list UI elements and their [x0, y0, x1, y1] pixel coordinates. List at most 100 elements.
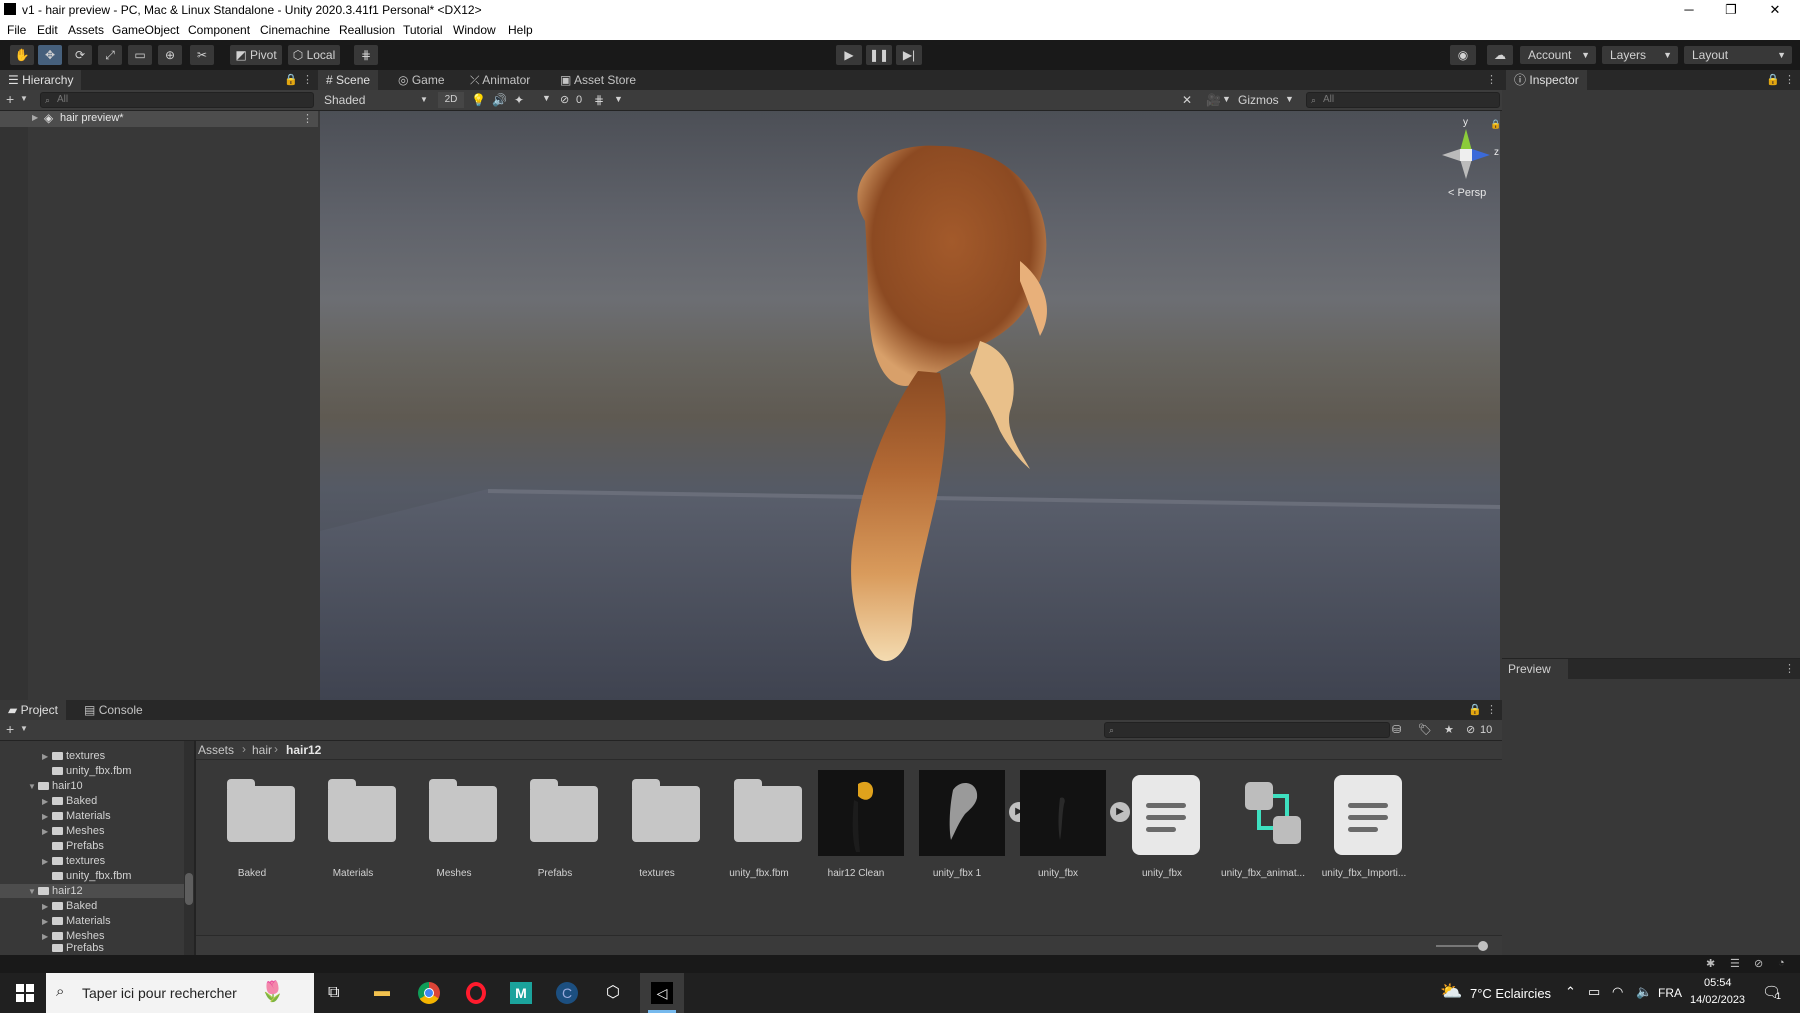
tree-item[interactable]: ▶ Materials — [0, 914, 111, 928]
language-indicator[interactable]: FRA — [1658, 986, 1682, 1000]
kebab-menu-icon[interactable]: ⋮ — [1784, 662, 1795, 675]
tree-item[interactable]: ▶ Materials — [0, 809, 111, 823]
icon-size-slider-thumb[interactable] — [1478, 941, 1488, 951]
tree-item[interactable]: ▶ textures — [0, 854, 105, 868]
pause-button[interactable]: ❚❚ — [866, 45, 892, 65]
grid-toggle-icon[interactable]: ⋕ — [594, 93, 604, 107]
chrome-icon[interactable] — [418, 982, 440, 1004]
expand-arrow-icon[interactable]: ▶ — [42, 750, 52, 764]
menu-gameobject[interactable]: GameObject — [112, 23, 179, 37]
tree-item-selected[interactable]: ▼ hair12 — [0, 884, 184, 898]
orientation-gizmo[interactable]: y z 🔒 < Persp — [1420, 117, 1500, 209]
bug-icon[interactable]: ✱ — [1706, 957, 1715, 970]
weather-icon[interactable]: ⛅ — [1440, 981, 1462, 1002]
kebab-menu-icon[interactable]: ⋮ — [1486, 703, 1497, 716]
lock-icon[interactable]: 🔒 — [284, 73, 298, 86]
tab-project[interactable]: ▰ Project — [0, 700, 66, 720]
lighting-icon[interactable]: 💡 — [471, 93, 486, 107]
task-view-icon[interactable]: ⧉ — [328, 984, 339, 1002]
hierarchy-search-input[interactable]: ⌕ All — [40, 92, 314, 108]
toggle-2d-button[interactable]: 2D — [438, 92, 464, 108]
unity-editor-taskbar-button[interactable]: ◁ — [640, 973, 684, 1013]
progress-icon[interactable]: ◔ — [1778, 957, 1785, 969]
breadcrumb-hair[interactable]: hair — [252, 743, 272, 757]
chevron-down-icon[interactable]: ▼ — [20, 94, 28, 103]
tree-scroll-thumb[interactable] — [185, 873, 193, 905]
tools-icon[interactable]: ✕ — [1182, 93, 1192, 107]
grid-snap-icon[interactable]: ⋕ — [354, 45, 378, 65]
menu-reallusion[interactable]: Reallusion — [339, 23, 395, 37]
restore-button[interactable]: ❐ — [1708, 0, 1754, 20]
clock-date[interactable]: 14/02/2023 — [1690, 994, 1745, 1006]
layout-dropdown[interactable]: Layout ▼ — [1684, 46, 1792, 64]
kebab-menu-icon[interactable]: ⋮ — [1486, 73, 1497, 86]
filter-label-icon[interactable]: 🏷 — [1418, 723, 1432, 736]
lock-icon[interactable]: 🔒 — [1490, 119, 1500, 130]
layers-dropdown[interactable]: Layers ▼ — [1602, 46, 1678, 64]
expand-arrow-icon[interactable]: ▶ — [42, 900, 52, 914]
taskbar-search-box[interactable]: ⌕ Taper ici pour rechercher 🌷 — [46, 973, 314, 1013]
icon-size-slider-track[interactable] — [1436, 945, 1482, 947]
tree-item[interactable]: ▶ textures — [0, 749, 105, 763]
hand-tool-icon[interactable]: ✋ — [10, 45, 34, 65]
chevron-down-icon[interactable]: ▼ — [1285, 94, 1294, 104]
tree-item[interactable]: ▼ hair10 — [0, 779, 83, 793]
collapse-arrow-icon[interactable]: ▼ — [28, 885, 38, 899]
tab-animator[interactable]: ⤫ Animator — [462, 70, 538, 90]
scene-search-input[interactable]: ⌕ All — [1306, 92, 1500, 108]
maya-icon[interactable]: M — [510, 982, 532, 1004]
rect-tool-icon[interactable]: ▭ — [128, 45, 152, 65]
kebab-menu-icon[interactable]: ⋮ — [1784, 73, 1795, 86]
file-explorer-icon[interactable]: ▬ — [374, 983, 390, 1001]
expand-arrow-icon[interactable]: ▶ — [42, 855, 52, 869]
tree-item[interactable]: ▶ Baked — [0, 899, 97, 913]
clock-time[interactable]: 05:54 — [1704, 977, 1732, 989]
tree-item[interactable]: ▶ Baked — [0, 794, 97, 808]
diagnostics-icon[interactable]: ⊘ — [1754, 957, 1763, 970]
menu-help[interactable]: Help — [508, 23, 533, 37]
tab-game[interactable]: ◎ Game — [390, 70, 453, 90]
collab-icon[interactable]: ◉ — [1450, 45, 1476, 65]
effects-icon[interactable]: ✦ — [514, 93, 524, 107]
scene-viewport[interactable]: y z 🔒 < Persp — [320, 111, 1500, 700]
kebab-menu-icon[interactable]: ⋮ — [302, 73, 313, 86]
menu-tutorial[interactable]: Tutorial — [403, 23, 443, 37]
close-button[interactable]: ✕ — [1752, 0, 1798, 20]
breadcrumb-assets[interactable]: Assets — [198, 743, 234, 757]
audio-icon[interactable]: 🔊 — [492, 93, 507, 107]
collapse-arrow-icon[interactable]: ▼ — [28, 780, 38, 794]
custom-tool-icon[interactable]: ✂ — [190, 45, 214, 65]
project-search-input[interactable]: ⌕ — [1104, 722, 1390, 738]
draw-mode-dropdown[interactable]: Shaded ▼ — [320, 92, 434, 108]
move-tool-icon[interactable]: ✥ — [38, 45, 62, 65]
add-icon[interactable]: + — [6, 91, 14, 107]
battery-icon[interactable]: ▭ — [1588, 984, 1600, 1000]
reallusion-icon[interactable]: C — [556, 982, 578, 1004]
pivot-toggle[interactable]: ◩ Pivot — [230, 45, 282, 65]
local-toggle[interactable]: ⬡ Local — [288, 45, 340, 65]
tab-hierarchy[interactable]: ☰ Hierarchy — [0, 70, 82, 90]
bake-icon[interactable]: ☰ — [1730, 957, 1740, 970]
account-dropdown[interactable]: Account ▼ — [1520, 46, 1596, 64]
hierarchy-row-scene[interactable]: ▶ ◈ hair preview* ⋮ — [0, 111, 318, 127]
tab-console[interactable]: ▤ Console — [76, 700, 151, 720]
tree-item[interactable]: unity_fbx.fbm — [0, 869, 131, 883]
scale-tool-icon[interactable]: ⤢ — [98, 45, 122, 65]
tab-asset-store[interactable]: ▣ Asset Store — [552, 70, 644, 90]
unity-hub-icon[interactable]: ⬡ — [602, 982, 624, 1004]
add-icon[interactable]: + — [6, 721, 14, 737]
windows-start-icon[interactable] — [12, 973, 42, 1013]
expand-arrow-icon[interactable]: ▶ — [42, 915, 52, 929]
menu-file[interactable]: File — [7, 23, 26, 37]
tree-item[interactable]: unity_fbx.fbm — [0, 764, 131, 778]
favorite-star-icon[interactable]: ★ — [1444, 723, 1454, 736]
hidden-packages-icon[interactable]: ⊘ — [1466, 723, 1475, 736]
tab-scene[interactable]: # Scene — [318, 70, 379, 90]
lock-icon[interactable]: 🔒 — [1766, 73, 1780, 86]
expand-arrow-icon[interactable]: ▶ — [32, 113, 38, 122]
tree-item[interactable]: Prefabs — [0, 839, 104, 853]
volume-icon[interactable]: 🔈 — [1636, 984, 1652, 1000]
play-button[interactable]: ▶ — [836, 45, 862, 65]
breadcrumb-hair12[interactable]: hair12 — [286, 743, 321, 757]
preview-tab[interactable]: Preview — [1502, 659, 1572, 679]
